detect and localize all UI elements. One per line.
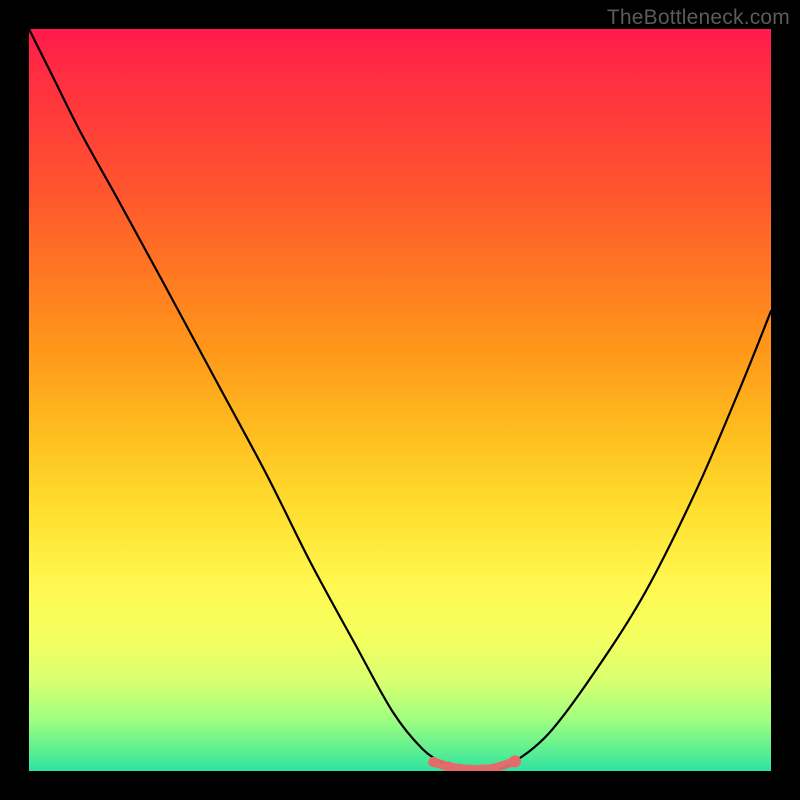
plot-area <box>29 29 771 771</box>
curve-path <box>29 29 771 771</box>
watermark-text: TheBottleneck.com <box>607 6 790 30</box>
bottleneck-curve <box>29 29 771 771</box>
trough-marker <box>428 757 438 767</box>
trough-marker <box>509 755 521 767</box>
chart-frame: TheBottleneck.com <box>0 0 800 800</box>
